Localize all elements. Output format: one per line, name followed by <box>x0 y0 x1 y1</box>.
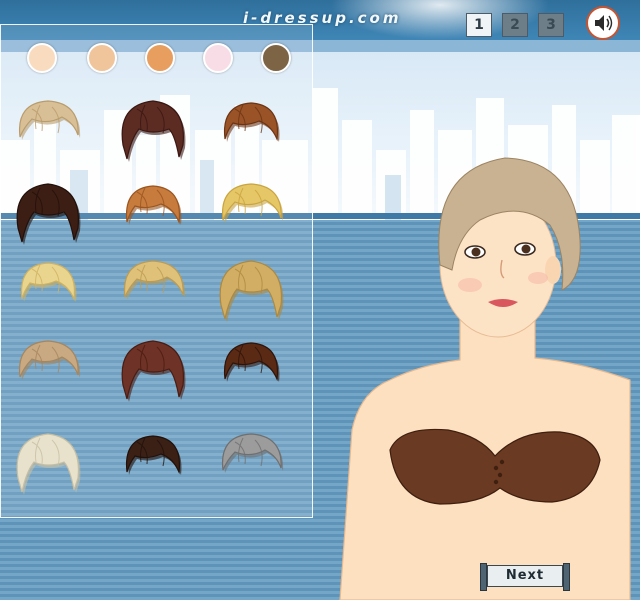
hairstyle-option-messy-platinum[interactable] <box>12 428 84 498</box>
hair-icon <box>20 262 77 302</box>
hair-icon <box>219 260 284 322</box>
skin-tone-swatch[interactable] <box>27 43 57 73</box>
level-3-button[interactable]: 3 <box>538 13 564 37</box>
hairstyle-option-short-golden[interactable] <box>215 178 287 248</box>
dressup-model <box>339 157 631 600</box>
skin-tone-swatch[interactable] <box>145 43 175 73</box>
level-1-button[interactable]: 1 <box>466 13 492 37</box>
hairstyle-option-messy-espresso[interactable] <box>117 428 189 498</box>
hairstyle-option-swept-light-blonde[interactable] <box>12 255 84 325</box>
hair-icon <box>125 435 182 475</box>
hair-icon <box>123 260 186 300</box>
hair-icon <box>16 183 81 245</box>
hair-icon <box>221 433 284 473</box>
hairstyle-option-pixie-ash[interactable] <box>12 335 84 405</box>
speaker-icon <box>595 15 613 31</box>
next-button[interactable]: Next <box>480 563 570 591</box>
hairstyle-option-short-ginger[interactable] <box>117 178 189 248</box>
hair-icon <box>121 100 186 162</box>
hair-icon <box>125 185 182 225</box>
hair-icon <box>18 100 81 140</box>
skin-tone-swatch[interactable] <box>203 43 233 73</box>
sound-toggle-button[interactable] <box>586 6 620 40</box>
hair-icon <box>221 183 284 223</box>
hair-icon <box>18 340 81 380</box>
hairstyle-option-bob-copper[interactable] <box>215 95 287 165</box>
hair-icon <box>223 102 280 142</box>
hairstyle-option-pixie-blonde[interactable] <box>12 95 84 165</box>
hair-icon <box>121 340 186 402</box>
skin-tone-swatch[interactable] <box>261 43 291 73</box>
hairstyle-option-tousled-sandy[interactable] <box>215 255 287 325</box>
hairstyle-option-shag-mahogany[interactable] <box>117 335 189 405</box>
hairstyle-option-spiky-silver[interactable] <box>215 428 287 498</box>
hair-icon <box>16 433 81 495</box>
hairstyle-option-layered-honey[interactable] <box>117 255 189 325</box>
game-stage: i-dressup.com 1 2 3 Next <box>0 0 640 600</box>
hair-icon <box>223 342 280 382</box>
level-2-button[interactable]: 2 <box>502 13 528 37</box>
hairstyle-option-shag-chestnut[interactable] <box>215 335 287 405</box>
hairstyle-option-long-side-dark-auburn[interactable] <box>117 95 189 165</box>
skin-tone-swatch[interactable] <box>87 43 117 73</box>
hairstyle-option-bob-dark-brown[interactable] <box>12 178 84 248</box>
